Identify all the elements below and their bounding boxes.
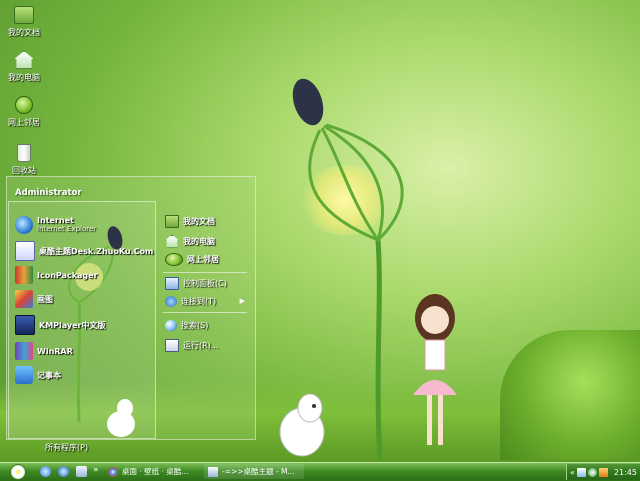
- start-menu-item-sublabel: Internet Explorer: [37, 225, 97, 233]
- recycle-bin-icon: [17, 144, 31, 162]
- taskbar-button-label: 桌面 · 壁纸 · 桌酷...: [122, 467, 189, 476]
- start-menu-item-iconpackager[interactable]: IconPackager: [15, 264, 98, 286]
- run-icon: [165, 338, 179, 352]
- network-icon: [15, 96, 33, 114]
- desktop-icon-network-places[interactable]: 网上邻居: [2, 96, 46, 128]
- chrome-icon: [108, 466, 118, 477]
- desktop-icon-my-computer[interactable]: 我的电脑: [2, 51, 46, 83]
- start-menu-place-label: 运行(R)...: [183, 340, 219, 350]
- taskbar-button-label: -=>>桌酷主题 - M...: [222, 467, 295, 476]
- start-menu-item-label: Internet Internet Explorer: [37, 216, 97, 233]
- clock[interactable]: 21:45: [614, 468, 637, 477]
- tray-expand-icon[interactable]: «: [570, 468, 575, 477]
- wallpaper-bush: [500, 330, 640, 460]
- start-menu-item-internet[interactable]: Internet Internet Explorer: [15, 214, 96, 236]
- start-menu-user-name: Administrator: [15, 188, 82, 198]
- start-menu-pinned-panel: Internet Internet Explorer 桌酷主题Desk.ZhuoK…: [8, 201, 156, 452]
- start-menu-place-label: 我的文档: [183, 216, 215, 226]
- wallpaper-girl: [413, 294, 457, 445]
- start-menu-control-panel[interactable]: 控制面板(C): [165, 275, 227, 291]
- start-menu-item-label: KMPlayer中文版: [39, 320, 106, 330]
- desktop-icon-label: 回收站: [12, 166, 36, 175]
- start-menu: Administrator Internet Internet Explorer …: [6, 176, 256, 452]
- system-tray: « 21:45: [566, 464, 640, 480]
- desktop-icon-recycle-bin[interactable]: 回收站: [2, 144, 46, 176]
- start-menu-item-paint[interactable]: 画图: [15, 288, 53, 310]
- taskbar-button-browser[interactable]: 桌面 · 壁纸 · 桌酷...: [104, 464, 204, 479]
- start-button[interactable]: [3, 464, 33, 480]
- quick-launch-browser-icon[interactable]: [58, 466, 69, 477]
- tray-app-icon[interactable]: [576, 467, 586, 477]
- start-menu-place-label: 连接到(T): [181, 296, 217, 306]
- start-menu-separator: [163, 312, 247, 313]
- winrar-icon: [15, 342, 33, 360]
- start-menu-item-label: 记事本: [37, 370, 61, 380]
- taskbar-button-window[interactable]: -=>>桌酷主题 - M...: [204, 464, 304, 479]
- connect-to-icon: [165, 295, 177, 307]
- quick-launch-chevron-icon[interactable]: »: [93, 465, 99, 475]
- wallpaper-plant: [292, 78, 404, 460]
- start-menu-place-label: 搜索(S): [181, 320, 209, 330]
- start-menu-place-label: 我的电脑: [183, 236, 215, 246]
- tray-volume-icon[interactable]: [598, 467, 608, 477]
- start-menu-item-winrar[interactable]: WinRAR: [15, 340, 73, 362]
- submenu-arrow-icon: ▶: [239, 297, 245, 305]
- taskbar: » 桌面 · 壁纸 · 桌酷... -=>>桌酷主题 - M... « 21:4…: [0, 462, 640, 481]
- tray-network-icon[interactable]: [587, 467, 597, 477]
- wallpaper-puppy: [279, 393, 325, 457]
- start-menu-places-panel: 我的文档 我的电脑 网上邻居 控制面板(C) 连接到(T) ▶ 搜索(S) 运行…: [157, 201, 253, 437]
- desktop-icon-label: 我的文档: [8, 28, 40, 37]
- start-menu-my-computer[interactable]: 我的电脑: [165, 233, 215, 249]
- flower-start-icon: [10, 464, 26, 480]
- search-icon: [165, 319, 177, 331]
- folder-icon: [165, 214, 179, 228]
- paint-icon: [15, 290, 33, 308]
- quick-launch-internet-explorer-icon[interactable]: [40, 466, 51, 477]
- start-menu-item-label: 画图: [37, 294, 53, 304]
- start-menu-my-documents[interactable]: 我的文档: [165, 213, 215, 229]
- start-menu-network-places[interactable]: 网上邻居: [165, 251, 219, 267]
- start-menu-item-label: 桌酷主题Desk.ZhuoKu.Com: [39, 246, 154, 256]
- all-programs-button[interactable]: 所有程序(P): [45, 442, 88, 453]
- start-menu-item-kmplayer[interactable]: KMPlayer中文版: [15, 314, 106, 336]
- kmplayer-icon: [15, 315, 35, 335]
- start-menu-place-label: 网上邻居: [187, 254, 219, 264]
- control-panel-icon: [165, 276, 179, 290]
- start-menu-search[interactable]: 搜索(S): [165, 317, 208, 333]
- internet-explorer-icon: [15, 216, 33, 234]
- network-icon: [165, 252, 183, 266]
- desktop-icon-label: 网上邻居: [8, 118, 40, 127]
- start-menu-separator: [163, 272, 247, 273]
- start-menu-item-notepad[interactable]: 记事本: [15, 364, 61, 386]
- quick-launch-show-desktop-icon[interactable]: [76, 466, 87, 477]
- start-menu-connect-to[interactable]: 连接到(T) ▶: [165, 293, 255, 309]
- start-menu-run[interactable]: 运行(R)...: [165, 337, 218, 353]
- menu-wallpaper-puppy: [107, 399, 135, 437]
- folder-icon: [14, 6, 34, 24]
- computer-icon: [14, 51, 34, 69]
- wallpaper-light-bulb: [300, 165, 390, 235]
- start-menu-place-label: 控制面板(C): [183, 278, 227, 288]
- iconpackager-icon: [15, 266, 33, 284]
- start-menu-item-zhuoku-theme[interactable]: 桌酷主题Desk.ZhuoKu.Com: [15, 240, 153, 262]
- notepad-icon: [15, 366, 33, 384]
- theme-icon: [15, 241, 35, 261]
- computer-icon: [165, 234, 179, 248]
- start-menu-item-label: IconPackager: [37, 270, 98, 280]
- desktop-icon-my-documents[interactable]: 我的文档: [2, 6, 46, 38]
- desktop-icon-label: 我的电脑: [8, 73, 40, 82]
- window-icon: [208, 466, 218, 477]
- start-menu-item-label: WinRAR: [37, 346, 73, 356]
